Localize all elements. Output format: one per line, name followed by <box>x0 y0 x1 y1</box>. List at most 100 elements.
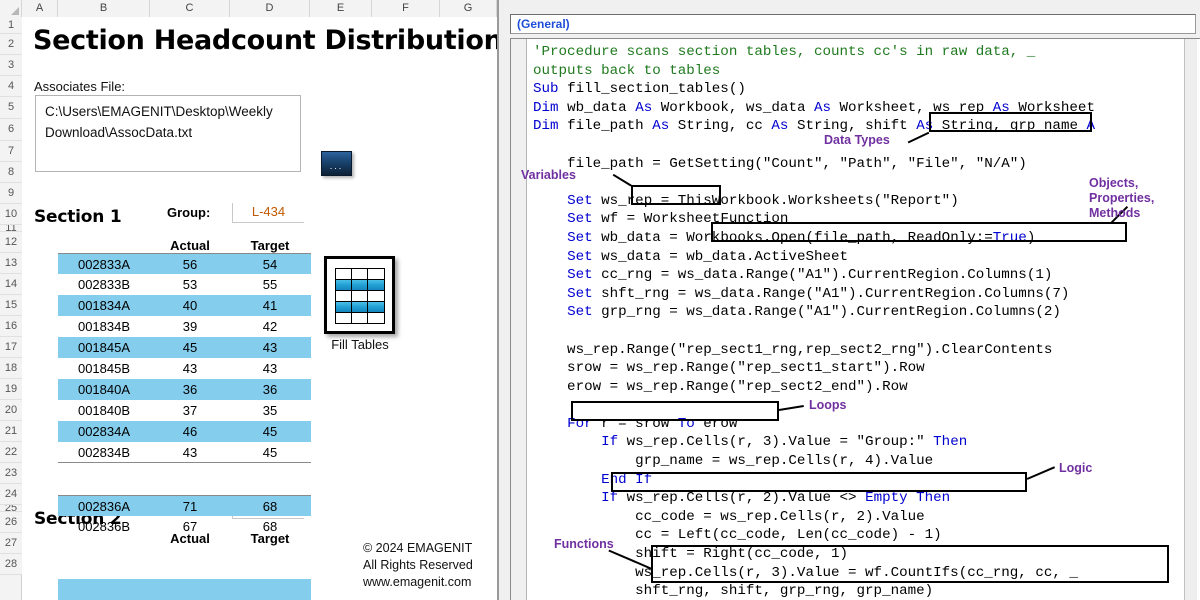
table-fill-icon <box>334 267 385 325</box>
section-1-group-label: Group: <box>167 205 211 220</box>
row-header-13[interactable]: 13 <box>0 253 22 274</box>
cell-actual: 43 <box>182 361 198 376</box>
table-row[interactable]: 001840A 36 36 <box>58 379 311 400</box>
vba-code-line: srow = ws_rep.Range("rep_sect1_start").R… <box>533 360 925 377</box>
row-header-14[interactable]: 14 <box>0 274 22 295</box>
row-header-15[interactable]: 15 <box>0 295 22 316</box>
select-all-corner[interactable] <box>0 0 22 17</box>
vba-code-margin <box>511 39 527 600</box>
cell-cost-center: 002834B <box>77 445 131 460</box>
row-header-5[interactable]: 5 <box>0 97 22 119</box>
copyright-line-1: © 2024 EMAGENIT <box>363 541 473 555</box>
column-header-row: ABCDEFG <box>0 0 497 17</box>
column-header-C[interactable]: C <box>150 0 230 17</box>
vba-code-line: erow = ws_rep.Range("rep_sect2_end").Row <box>533 378 908 395</box>
row-header-19[interactable]: 19 <box>0 379 22 400</box>
vba-code-line: Set grp_rng = ws_data.Range("A1").Curren… <box>567 304 1061 321</box>
table-row[interactable]: 001834A 40 41 <box>58 295 311 316</box>
associates-file-label: Associates File: <box>34 79 126 94</box>
cell-actual: 37 <box>182 403 198 418</box>
vba-vertical-scrollbar[interactable] <box>1184 39 1197 600</box>
cell-actual: 40 <box>182 298 198 313</box>
fill-tables-button[interactable] <box>324 256 395 334</box>
copyright-line-3: www.emagenit.com <box>363 575 472 589</box>
cell-cost-center: 001834B <box>77 319 131 334</box>
row-header-21[interactable]: 21 <box>0 421 22 442</box>
row-header-25[interactable]: 25 <box>0 505 22 512</box>
cell-target: 45 <box>262 445 278 460</box>
row-header-16[interactable]: 16 <box>0 316 22 337</box>
table-row[interactable]: 001840B 37 35 <box>58 400 311 421</box>
cell-cost-center: 001845B <box>77 361 131 376</box>
column-header-E[interactable]: E <box>310 0 372 17</box>
row-header-7[interactable]: 7 <box>0 141 22 162</box>
cell-actual: 56 <box>182 257 198 272</box>
cell-target: 68 <box>262 519 278 534</box>
table-row[interactable]: 001845B 43 43 <box>58 358 311 379</box>
vba-code-area[interactable]: 'Procedure scans section tables, counts … <box>510 38 1200 600</box>
browse-file-button[interactable]: ... <box>321 151 352 176</box>
associates-file-textbox[interactable]: C:\Users\EMAGENIT\Desktop\Weekly Downloa… <box>35 95 301 172</box>
row-header-11[interactable]: 11 <box>0 225 22 232</box>
row-header-18[interactable]: 18 <box>0 358 22 379</box>
vba-code-line: grp_name = ws_rep.Cells(r, 4).Value <box>533 453 934 470</box>
table-row[interactable]: 001845A 45 43 <box>58 337 311 358</box>
row-header-27[interactable]: 27 <box>0 533 22 554</box>
column-header-A[interactable]: A <box>22 0 58 17</box>
cell-actual: 71 <box>182 499 198 514</box>
annotation-box-objects <box>711 222 1127 242</box>
copyright-line-2: All Rights Reserved <box>363 558 473 572</box>
column-header-F[interactable]: F <box>372 0 440 17</box>
row-header-23[interactable]: 23 <box>0 463 22 484</box>
row-header-column: 1 2 3 4 5 6 7 8 9 10 11 12 13 14 15 16 17 18 19 20 21 22 23 24 2… <box>0 17 22 600</box>
section-1-group-value[interactable]: L-434 <box>232 203 304 223</box>
table-row[interactable]: 002833A 56 54 <box>58 253 311 274</box>
annotation-label-functions: Functions <box>554 537 614 551</box>
vba-code-line: cc_code = ws_rep.Cells(r, 2).Value <box>533 508 925 525</box>
row-header-3[interactable]: 3 <box>0 55 22 76</box>
vba-code-line: shft_rng, shift, grp_rng, grp_name) <box>533 583 934 600</box>
cell-target: 41 <box>262 298 278 313</box>
cell-actual: 67 <box>182 519 198 534</box>
vba-code-line: Sub fill_section_tables() <box>533 81 746 98</box>
table-row[interactable]: 002836A 71 68 <box>58 495 311 516</box>
cell-target: 54 <box>262 257 278 272</box>
row-header-28[interactable]: 28 <box>0 554 22 575</box>
vba-code-line: ws_rep.Range("rep_sect1_rng,rep_sect2_rn… <box>533 341 1053 358</box>
row-header-8[interactable]: 8 <box>0 162 22 183</box>
row-header-17[interactable]: 17 <box>0 337 22 358</box>
table-row[interactable]: 002833B 53 55 <box>58 274 311 295</box>
row-header-22[interactable]: 22 <box>0 442 22 463</box>
vba-code-line: If ws_rep.Cells(r, 2).Value <> Empty The… <box>601 490 951 507</box>
row-header-4[interactable]: 4 <box>0 76 22 97</box>
row-header-24[interactable]: 24 <box>0 484 22 505</box>
cell-target: 43 <box>262 340 278 355</box>
section-1-title: Section 1 <box>34 207 122 227</box>
table-row[interactable]: 001834B 39 42 <box>58 316 311 337</box>
column-header-B[interactable]: B <box>58 0 150 17</box>
row-header-6[interactable]: 6 <box>0 119 22 141</box>
row-header-20[interactable]: 20 <box>0 400 22 421</box>
annotation-label-objects: Objects, Properties, Methods <box>1089 176 1155 220</box>
vba-code-line <box>533 322 1200 341</box>
table-row[interactable]: 002834A 46 45 <box>58 421 311 442</box>
table-row[interactable] <box>58 579 311 600</box>
vba-object-dropdown[interactable]: (General) <box>510 14 1196 34</box>
row-header-1[interactable]: 1 <box>0 17 22 34</box>
annotation-box-functions <box>651 545 1169 583</box>
annotation-box-loops <box>571 401 779 421</box>
row-header-2[interactable]: 2 <box>0 34 22 55</box>
table-row[interactable]: 002836B 67 68 <box>58 516 311 537</box>
column-header-D[interactable]: D <box>230 0 310 17</box>
row-header-9[interactable]: 9 <box>0 183 22 204</box>
vba-code-text: 'Procedure scans section tables, counts … <box>533 43 1200 600</box>
row-header-26[interactable]: 26 <box>0 512 22 533</box>
column-header-G[interactable]: G <box>440 0 497 17</box>
vba-code-line: If ws_rep.Cells(r, 3).Value = "Group:" T… <box>601 434 968 451</box>
row-header-12[interactable]: 12 <box>0 232 22 253</box>
cell-cost-center: 002836B <box>77 519 131 534</box>
annotation-label-loops: Loops <box>809 398 847 412</box>
cell-actual: 43 <box>182 445 198 460</box>
row-header-10[interactable]: 10 <box>0 204 22 225</box>
table-row[interactable]: 002834B 43 45 <box>58 442 311 463</box>
